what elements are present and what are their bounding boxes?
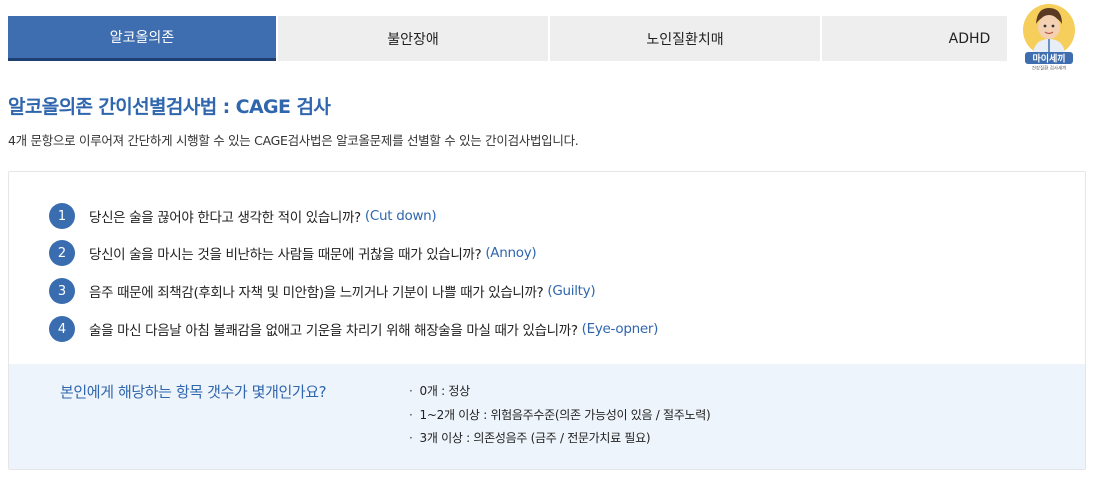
question-text: 당신이 술을 마시는 것을 비난하는 사람들 때문에 귀찮을 때가 있습니까? xyxy=(89,247,482,263)
tab-dementia[interactable]: 노인질환치매 xyxy=(548,16,820,61)
cage-questionnaire-card: 1 당신은 술을 끊어야 한다고 생각한 적이 있습니까? (Cut down)… xyxy=(8,171,1086,470)
question-number-badge: 4 xyxy=(49,316,75,342)
question-number-badge: 2 xyxy=(49,240,75,266)
mysekki-logo: 마이세끼 건강질환 검사세끼 xyxy=(1023,4,1075,72)
result-guide-panel: 본인에게 해당하는 항목 갯수가 몇개인가요? 0개 : 정상 1~2개 이상 … xyxy=(9,364,1085,469)
logo-text: 마이세끼 xyxy=(1032,53,1065,65)
question-text: 술을 마신 다음날 아침 불쾌감을 없애고 기운을 차리기 위해 해장술을 마실… xyxy=(89,323,578,339)
question-english-label: (Annoy) xyxy=(485,245,537,261)
question-english-label: (Eye-opner) xyxy=(581,321,659,337)
logo-subtext: 건강질환 검사세끼 xyxy=(1032,65,1067,72)
question-text: 음주 때문에 죄책감(후회나 자책 및 미안함)을 느끼거나 기분이 나쁠 때가… xyxy=(89,285,544,301)
result-criteria-list: 0개 : 정상 1~2개 이상 : 위험음주수준(의존 가능성이 있음 / 절주… xyxy=(409,383,711,454)
question-english-label: (Cut down) xyxy=(364,208,437,224)
question-text: 당신은 술을 끊어야 한다고 생각한 적이 있습니까? xyxy=(89,210,361,226)
category-tabs: 알코올의존 불안장애 노인질환치매 ADHD xyxy=(8,16,1007,61)
tab-anxiety-disorder[interactable]: 불안장애 xyxy=(276,16,548,61)
result-criteria-item: 1~2개 이상 : 위험음주수준(의존 가능성이 있음 / 절주노력) xyxy=(409,407,711,431)
question-item: 1 당신은 술을 끊어야 한다고 생각한 적이 있습니까? (Cut down) xyxy=(49,203,437,229)
result-criteria-item: 0개 : 정상 xyxy=(409,383,710,407)
result-criteria-item: 3개 이상 : 의존성음주 (금주 / 전문가치료 필요) xyxy=(409,430,710,454)
question-item: 2 당신이 술을 마시는 것을 비난하는 사람들 때문에 귀찮을 때가 있습니까… xyxy=(49,240,537,266)
tab-adhd[interactable]: ADHD xyxy=(820,16,1007,61)
result-question: 본인에게 해당하는 항목 갯수가 몇개인가요? xyxy=(60,383,327,401)
question-english-label: (Guilty) xyxy=(547,283,596,299)
question-item: 4 술을 마신 다음날 아침 불쾌감을 없애고 기운을 차리기 위해 해장술을 … xyxy=(49,316,658,342)
question-number-badge: 1 xyxy=(49,203,75,229)
question-item: 3 음주 때문에 죄책감(후회나 자책 및 미안함)을 느끼거나 기분이 나쁠 … xyxy=(49,278,596,304)
question-number-badge: 3 xyxy=(49,278,75,304)
tab-alcohol-dependence[interactable]: 알코올의존 xyxy=(8,16,276,61)
page-description: 4개 문항으로 이루어져 간단하게 시행할 수 있는 CAGE검사법은 알코올문… xyxy=(8,133,579,148)
page-title: 알코올의존 간이선별검사법 : CAGE 검사 xyxy=(8,96,331,118)
